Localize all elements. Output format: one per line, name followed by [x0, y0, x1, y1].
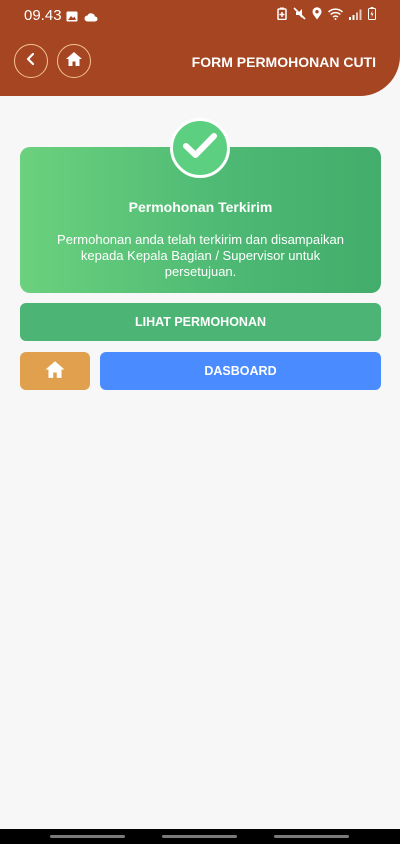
status-bar: 09.43 [0, 0, 400, 30]
signal-icon [349, 7, 362, 25]
success-message: Permohonan anda telah terkirim dan disam… [57, 232, 344, 279]
check-badge [170, 118, 230, 178]
page-title: FORM PERMOHONAN CUTI [191, 54, 376, 70]
success-title: Permohonan Terkirim [128, 199, 273, 215]
battery-icon [368, 7, 376, 25]
home-button[interactable] [20, 352, 90, 390]
location-icon [312, 7, 322, 25]
check-icon [183, 132, 217, 165]
home-icon [65, 51, 83, 72]
wifi-icon [327, 7, 344, 25]
app-header: 09.43 FORM PERMOHONAN CUTI [0, 0, 400, 96]
nav-back-pill[interactable] [274, 835, 349, 838]
image-icon [66, 9, 78, 27]
back-icon [24, 52, 38, 71]
cloud-icon [84, 9, 98, 27]
system-nav-bar [0, 829, 400, 844]
status-time: 09.43 [24, 7, 62, 24]
header-home-button[interactable] [57, 44, 91, 78]
dashboard-button[interactable]: DASBOARD [100, 352, 381, 390]
nav-home-pill[interactable] [162, 835, 237, 838]
battery-saver-icon [277, 7, 287, 25]
back-button[interactable] [14, 44, 48, 78]
nav-recents-pill[interactable] [50, 835, 125, 838]
mute-icon [293, 7, 306, 25]
home-icon [44, 360, 66, 382]
view-request-button[interactable]: LIHAT PERMOHONAN [20, 303, 381, 341]
